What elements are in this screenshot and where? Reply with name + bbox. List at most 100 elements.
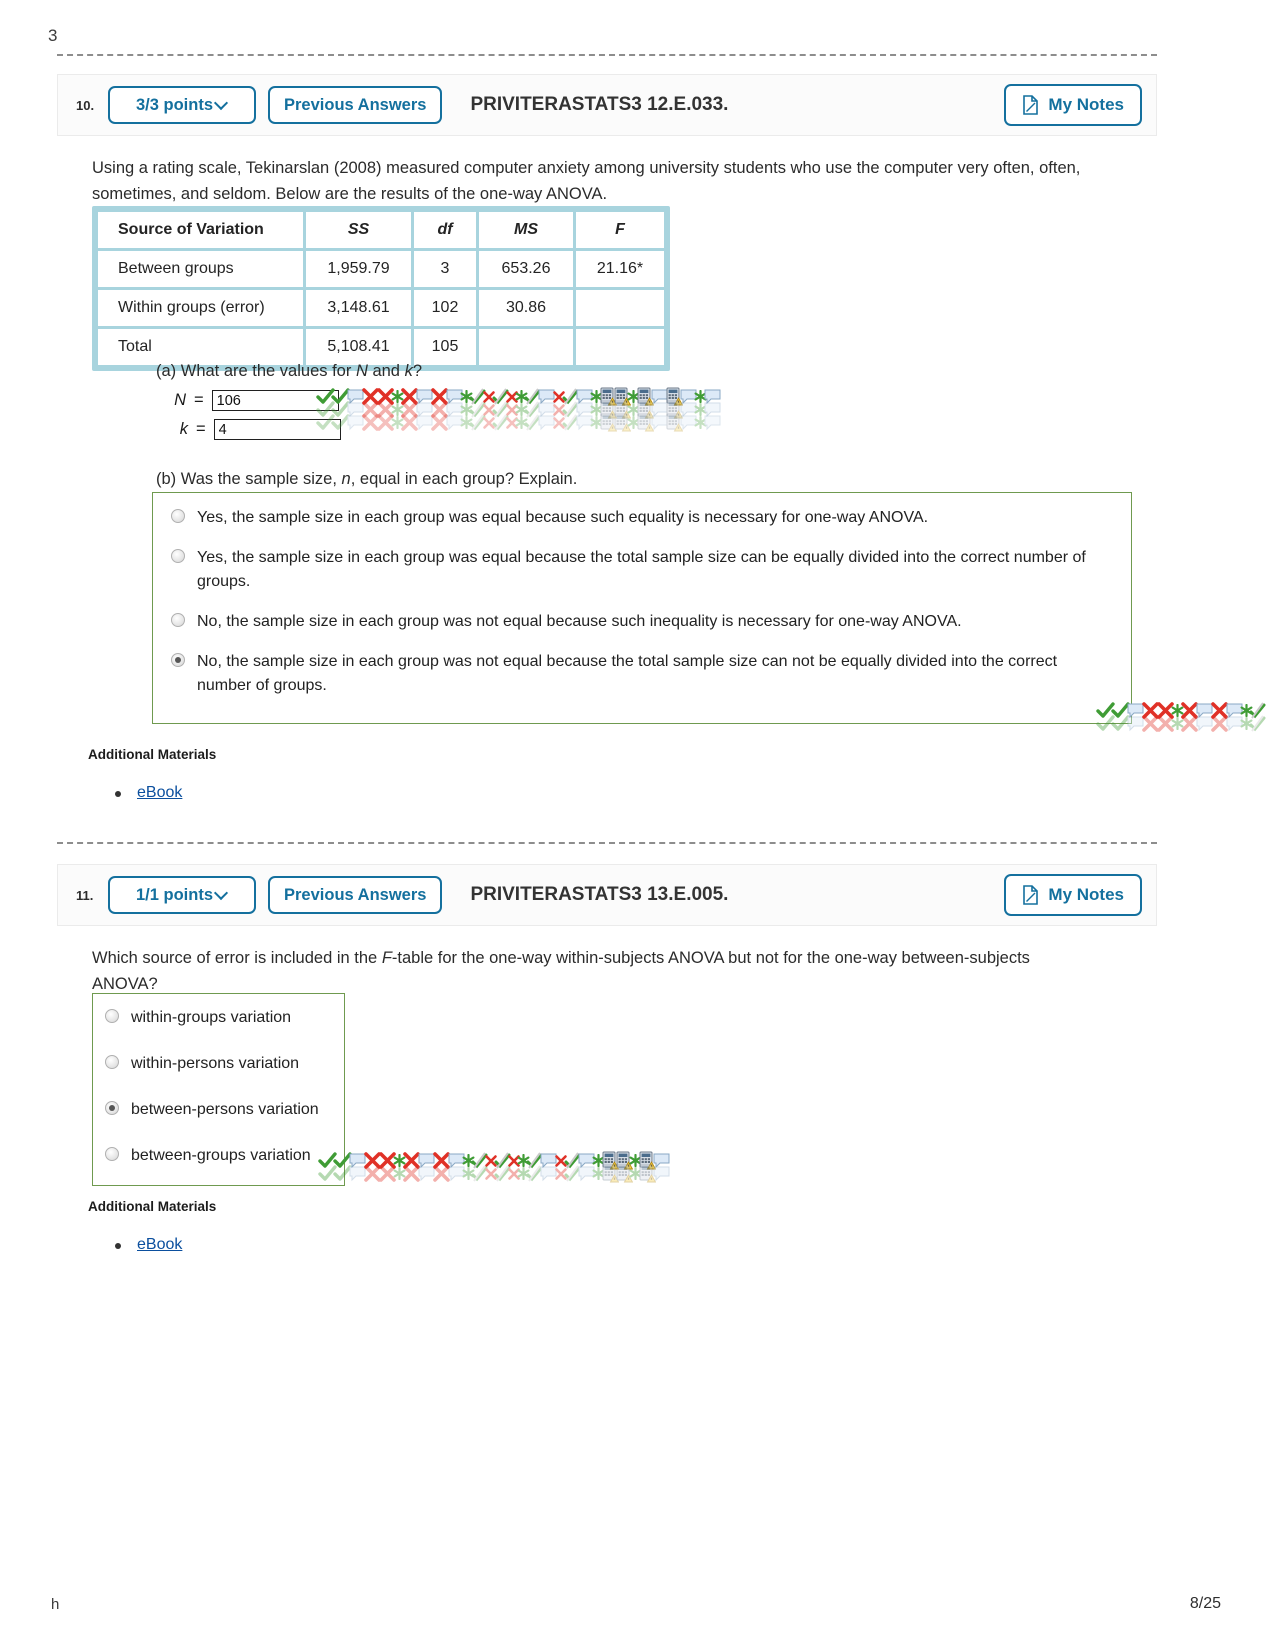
feedback-icon — [515, 402, 528, 421]
table-row: Total 5,108.41 105 — [98, 329, 664, 365]
choice-option[interactable]: No, the sample size in each group was no… — [153, 650, 1131, 698]
feedback-icon — [482, 416, 496, 435]
feedback-icon — [417, 1153, 436, 1174]
anova-cell-ms: 653.26 — [479, 251, 573, 287]
feedback-icon — [1225, 703, 1244, 724]
chevron-down-icon — [216, 97, 228, 109]
question-11-header: 11. 1/1 points Previous Answers PRIVITER… — [57, 864, 1157, 926]
question-10-my-notes-button[interactable]: My Notes — [1004, 84, 1142, 126]
anova-cell-ms — [479, 329, 573, 365]
feedback-icon-row — [316, 387, 721, 411]
feedback-icon — [346, 389, 365, 410]
feedback-icon — [562, 400, 579, 424]
feedback-icon — [1171, 703, 1184, 722]
feedback-icon — [517, 1153, 530, 1172]
feedback-icon — [679, 402, 698, 423]
radio-button[interactable] — [105, 1009, 119, 1023]
radio-button[interactable] — [105, 1055, 119, 1069]
feedback-icon — [400, 413, 419, 437]
feedback-icon — [346, 402, 365, 423]
choice-option[interactable]: within-groups variation — [93, 1006, 344, 1030]
anova-table: Source of Variation SS df MS F Between g… — [95, 209, 667, 368]
choice-label: within-persons variation — [131, 1055, 300, 1072]
feedback-icon — [482, 390, 496, 409]
choice-option[interactable]: No, the sample size in each group was no… — [153, 610, 1131, 634]
feedback-icon — [613, 387, 632, 411]
anova-header-df: df — [414, 212, 476, 248]
feedback-icon — [391, 415, 404, 434]
feedback-icon — [505, 416, 519, 435]
feedback-icon — [430, 400, 449, 424]
choice-option[interactable]: Yes, the sample size in each group was e… — [153, 546, 1131, 594]
choice-label: between-groups variation — [131, 1147, 311, 1164]
question-10-previous-answers-button[interactable]: Previous Answers — [268, 85, 443, 125]
feedback-icon — [554, 1167, 568, 1186]
question-11-my-notes-button[interactable]: My Notes — [1004, 874, 1142, 916]
feedback-icon — [361, 387, 380, 411]
anova-cell-ms: 30.86 — [479, 290, 573, 326]
label-n: N — [174, 391, 186, 409]
feedback-icon — [1141, 702, 1160, 725]
feedback-icon — [1156, 702, 1175, 725]
question-11-points-button[interactable]: 1/1 points — [108, 875, 256, 915]
feedback-icon — [492, 387, 509, 411]
question-10-header: 10. 3/3 points Previous Answers PRIVITER… — [57, 74, 1157, 136]
anova-cell-source: Between groups — [98, 251, 303, 287]
feedback-icon — [562, 387, 579, 411]
feedback-icon — [592, 1153, 605, 1172]
radio-button[interactable] — [105, 1147, 119, 1161]
feedback-icon — [447, 1153, 466, 1174]
feedback-icon — [363, 1164, 382, 1188]
question-11-previous-answers-button[interactable]: Previous Answers — [268, 875, 443, 915]
anova-header-row: Source of Variation SS df MS F — [98, 212, 664, 248]
answer-input-n[interactable] — [211, 390, 339, 411]
feedback-icon — [505, 403, 519, 422]
question-11-my-notes-label: My Notes — [1048, 885, 1124, 904]
feedback-icon — [393, 1153, 406, 1172]
feedback-icon — [460, 389, 473, 408]
feedback-icon — [415, 389, 434, 410]
feedback-icon — [1210, 702, 1229, 725]
radio-button[interactable] — [171, 613, 185, 627]
ebook-link-10[interactable]: eBook — [137, 784, 182, 801]
feedback-icon — [447, 1166, 466, 1187]
question-10-points-label: 3/3 points — [135, 95, 213, 114]
feedback-icon — [1240, 716, 1253, 735]
feedback-icon — [552, 403, 566, 422]
answer-input-k[interactable] — [213, 419, 341, 440]
feedback-icon — [601, 1164, 620, 1188]
question-10-points-button[interactable]: 3/3 points — [108, 85, 256, 125]
radio-button[interactable] — [171, 509, 185, 523]
label-k: k — [179, 420, 188, 438]
ebook-link-11[interactable]: eBook — [137, 1236, 182, 1253]
question-11-code: PRIVITERASTATS3 13.E.005. — [470, 884, 729, 905]
feedback-icon — [627, 389, 640, 408]
choice-option[interactable]: between-groups variation — [93, 1144, 344, 1168]
equals-sign-n: = — [194, 391, 204, 409]
feedback-icon — [1225, 716, 1244, 737]
question-10-code: PRIVITERASTATS3 12.E.033. — [470, 94, 729, 115]
feedback-icon — [575, 389, 594, 410]
choice-label: No, the sample size in each group was no… — [197, 613, 962, 630]
feedback-icon — [517, 1166, 530, 1185]
feedback-icon — [1249, 714, 1266, 737]
radio-button[interactable] — [171, 653, 185, 667]
choice-option[interactable]: between-persons variation — [93, 1098, 344, 1122]
feedback-icon — [590, 415, 603, 434]
feedback-icon — [629, 1166, 642, 1185]
feedback-icon — [524, 413, 541, 437]
radio-button[interactable] — [171, 549, 185, 563]
feedback-icon — [445, 402, 464, 423]
choice-option[interactable]: Yes, the sample size in each group was e… — [153, 506, 1131, 530]
part-a-var-k: k — [404, 362, 413, 380]
feedback-icon — [432, 1164, 451, 1188]
question-11-prompt-pre: Which source of error is included in the — [92, 949, 378, 967]
feedback-icon — [652, 1166, 671, 1187]
additional-materials-heading-11: Additional Materials — [88, 1199, 217, 1214]
feedback-icon — [539, 1153, 558, 1174]
feedback-icon — [507, 1167, 521, 1186]
radio-button[interactable] — [105, 1101, 119, 1115]
feedback-icon — [590, 402, 603, 421]
choice-option[interactable]: within-persons variation — [93, 1052, 344, 1076]
anova-cell-f — [576, 329, 664, 365]
